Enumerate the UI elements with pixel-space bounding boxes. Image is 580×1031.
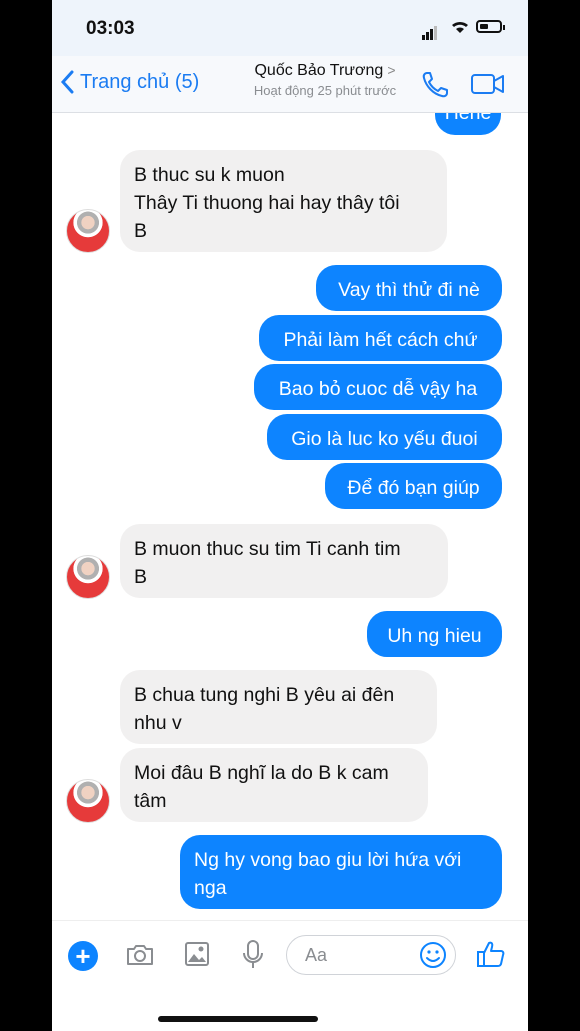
- message-outgoing[interactable]: Bao bỏ cuoc dễ vậy ha: [254, 364, 502, 410]
- message-incoming[interactable]: B thuc su k muon Thây Ti thuong hai hay …: [120, 150, 447, 252]
- battery-icon: [476, 20, 505, 33]
- smile-icon[interactable]: [419, 941, 447, 974]
- chevron-right-icon: >: [387, 62, 396, 78]
- phone-icon[interactable]: [420, 70, 450, 105]
- message-incoming[interactable]: B chua tung nghi B yêu ai đên nhu v: [120, 670, 437, 744]
- message-outgoing[interactable]: Uh ng hieu: [367, 611, 502, 657]
- avatar[interactable]: [66, 779, 110, 823]
- wifi-icon: [450, 18, 470, 39]
- home-indicator: [158, 1016, 318, 1022]
- message-outgoing[interactable]: Hehe: [435, 113, 501, 135]
- chevron-left-icon: [60, 70, 74, 94]
- plus-icon[interactable]: +: [68, 941, 98, 971]
- message-list: Hehe B thuc su k muon Thây Ti thuong hai…: [52, 113, 528, 920]
- message-incoming[interactable]: B muon thuc su tim Ti canh tim B: [120, 524, 448, 598]
- video-icon[interactable]: [470, 72, 506, 101]
- composer-bar: + Aa: [52, 920, 528, 991]
- message-outgoing[interactable]: Gio là luc ko yếu đuoi: [267, 414, 502, 460]
- camera-icon[interactable]: [125, 943, 155, 972]
- message-input-placeholder: Aa: [305, 945, 328, 965]
- message-outgoing[interactable]: Vay thì thử đi nè: [316, 265, 502, 311]
- message-outgoing[interactable]: Phải làm hết cách chứ: [259, 315, 502, 361]
- back-button[interactable]: Trang chủ (5): [60, 70, 199, 94]
- avatar[interactable]: [66, 209, 110, 253]
- avatar[interactable]: [66, 555, 110, 599]
- phone-screen: 03:03 Trang chủ (5) Quốc Bảo Trương > Hoạ…: [52, 0, 528, 1031]
- conversation-header: Trang chủ (5) Quốc Bảo Trương > Hoạt động…: [52, 56, 528, 113]
- back-label: Trang chủ (5): [80, 70, 200, 93]
- image-icon[interactable]: [184, 941, 210, 972]
- message-outgoing[interactable]: Để đó bạn giúp: [325, 463, 502, 509]
- status-bar: 03:03: [52, 0, 528, 56]
- status-time: 03:03: [86, 18, 135, 39]
- contact-info[interactable]: Quốc Bảo Trương > Hoạt động 25 phút trước: [230, 62, 420, 98]
- message-outgoing[interactable]: Ng hy vong bao giu lời hứa với nga: [180, 835, 502, 909]
- message-input[interactable]: Aa: [286, 935, 456, 975]
- contact-name: Quốc Bảo Trương: [254, 62, 384, 79]
- microphone-icon[interactable]: [242, 939, 264, 976]
- signal-icon: [422, 22, 438, 40]
- thumbs-up-icon[interactable]: [476, 939, 506, 974]
- contact-status: Hoạt động 25 phút trước: [253, 83, 397, 98]
- message-incoming[interactable]: Moi đâu B nghĩ la do B k cam tâm: [120, 748, 428, 822]
